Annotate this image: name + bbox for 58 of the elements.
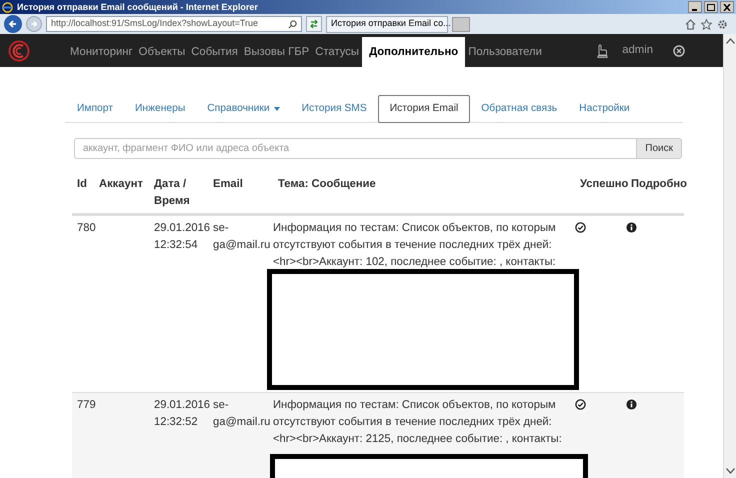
logo-icon[interactable] <box>8 40 30 62</box>
table-cell-text: se-ga@mail.ru <box>212 398 268 430</box>
minimize-button[interactable] <box>688 1 702 13</box>
table-cell-text: 29.01.2016 12:32:54 <box>153 221 208 253</box>
nav-item[interactable]: Объекты <box>136 37 188 67</box>
search-field[interactable]: аккаунт, фрагмент ФИО или адреса объекта <box>74 138 638 159</box>
refresh-button[interactable] <box>306 16 322 32</box>
caret-icon <box>274 107 280 111</box>
column-header: Id <box>76 177 88 192</box>
window-title: История отправки Email сообщений - Internet Explorer <box>17 2 258 12</box>
back-arrow-icon <box>8 19 18 29</box>
nav-item[interactable]: Пользователи <box>465 37 545 67</box>
table-cell-text: 29.01.2016 12:32:52 <box>153 398 208 430</box>
column-header: Email <box>212 177 244 192</box>
nav-item[interactable]: Вызовы ГБР <box>240 37 312 67</box>
column-header: Подробно <box>630 177 688 192</box>
column-header: Аккаунт <box>98 177 144 192</box>
star-icon[interactable] <box>701 18 712 30</box>
subnav-tab[interactable]: История Email <box>378 95 470 123</box>
nav-item[interactable]: Мониторинг <box>67 37 136 67</box>
search-icon[interactable] <box>288 20 297 28</box>
maximize-button[interactable] <box>704 1 718 13</box>
table-cell-text: 780 <box>76 221 94 236</box>
close-icon <box>723 4 731 10</box>
address-field[interactable]: http://localhost:91/SmsLog/Index?showLayout=True <box>46 16 302 32</box>
subnav-tab[interactable]: Справочники <box>196 95 291 123</box>
nav-item[interactable]: Статусы <box>312 37 362 67</box>
subnav-tab[interactable]: Обратная связь <box>470 95 568 123</box>
info-icon[interactable] <box>626 399 637 410</box>
scroll-up-icon[interactable] <box>726 38 734 44</box>
nav-item[interactable]: Дополнительно <box>362 37 466 67</box>
user-name[interactable]: admin <box>622 42 653 59</box>
browser-tab[interactable]: История отправки Email со... <box>326 16 448 32</box>
search-button[interactable]: Поиск <box>637 138 682 159</box>
browser-logo-icon <box>2 2 13 12</box>
message-text: Информация по тестам: Список объектов, по которым отсутствуют события в течение последних трёх дней:<hr><br>Аккаунт: 102, последнее событие: , контакты: <box>273 221 557 270</box>
maximize-icon <box>707 4 715 10</box>
column-header: Тема: Сообщение <box>277 177 377 192</box>
info-icon[interactable] <box>626 222 637 233</box>
refresh-arrows-icon <box>309 19 319 29</box>
settings-icon[interactable] <box>717 18 728 30</box>
message-text: Информация по тестам: Список объектов, по которым отсутствуют события в течение последних трёх дней:<hr><br>Аккаунт: 2125, последнее событие: , контакты: <box>273 398 563 447</box>
subnav-tab[interactable]: Настройки <box>568 95 641 123</box>
subnav-tab[interactable]: Инженеры <box>124 95 196 123</box>
forward-arrow-icon <box>30 20 38 28</box>
back-button[interactable] <box>4 15 22 33</box>
logout-icon[interactable] <box>673 44 685 56</box>
home-icon[interactable] <box>685 18 696 30</box>
column-header: Дата / Время <box>153 177 191 209</box>
column-header: Успешно <box>579 177 626 192</box>
nav-item[interactable]: События <box>188 37 241 67</box>
subnav-tab[interactable]: Импорт <box>66 95 124 123</box>
scrollbar[interactable] <box>723 34 736 478</box>
close-button[interactable] <box>720 1 734 13</box>
table-cell-text: se-ga@mail.ru <box>212 221 268 253</box>
scroll-down-icon[interactable] <box>726 468 734 474</box>
subnav-tab[interactable]: История SMS <box>290 95 378 123</box>
table-cell-text: 779 <box>76 398 94 413</box>
